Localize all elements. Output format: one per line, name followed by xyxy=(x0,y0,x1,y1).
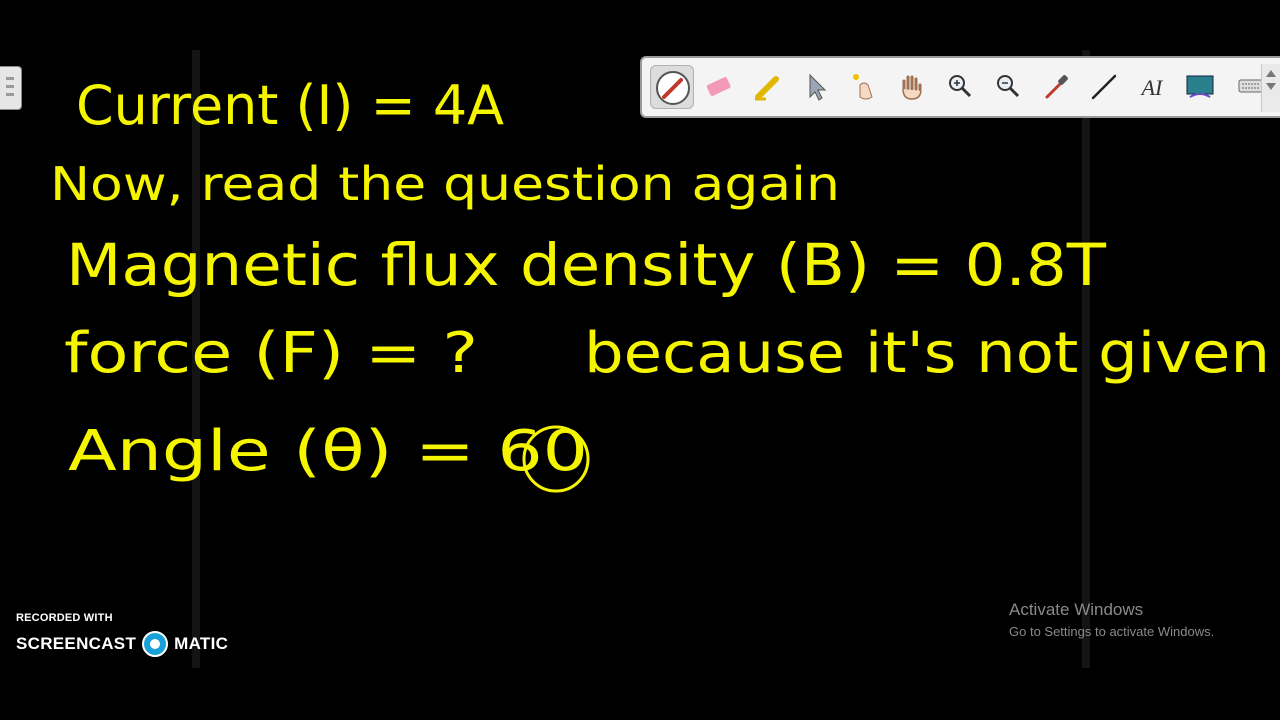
text-icon: AI xyxy=(1140,75,1164,100)
line-force: force (F) = ? xyxy=(64,321,478,386)
zoom-in-icon xyxy=(949,75,972,98)
screen-capture-icon xyxy=(1186,75,1214,98)
eyedropper-icon xyxy=(1045,75,1068,99)
activate-subtitle: Go to Settings to activate Windows. xyxy=(1009,624,1215,639)
screencast-watermark: RECORDED WITH SCREENCAST MATIC xyxy=(16,612,228,658)
grip-line xyxy=(6,77,14,80)
line-magnetic-flux: Magnetic flux density (B) = 0.8T xyxy=(66,231,1107,299)
eraser-icon xyxy=(706,77,731,96)
line-icon xyxy=(1091,74,1117,100)
line-angle: Angle (θ) = 60 xyxy=(68,419,588,484)
activate-title: Activate Windows xyxy=(1009,600,1144,619)
eraser-tool-button[interactable] xyxy=(698,65,742,109)
zoom-out-tool-button[interactable] xyxy=(986,65,1030,109)
laser-pointer-icon xyxy=(853,74,873,100)
pan-tool-button[interactable] xyxy=(890,65,934,109)
line-current: Current (I) = 4A xyxy=(76,74,504,137)
side-panel-tab[interactable] xyxy=(0,66,22,110)
watermark-right-word: MATIC xyxy=(174,634,229,653)
laser-pointer-tool-button[interactable] xyxy=(842,65,886,109)
pointer-tool-button[interactable] xyxy=(794,65,838,109)
scroll-down-icon[interactable] xyxy=(1266,83,1276,90)
watermark-recorded-with: RECORDED WITH xyxy=(16,612,113,624)
line-because-not-given: because it's not given xyxy=(584,321,1270,386)
pan-hand-icon xyxy=(902,75,922,100)
zoom-out-icon xyxy=(997,75,1020,98)
eyedropper-tool-button[interactable] xyxy=(1034,65,1078,109)
scroll-up-icon[interactable] xyxy=(1266,70,1276,77)
grip-line xyxy=(6,93,14,96)
highlighter-icon xyxy=(755,76,779,101)
pointer-icon xyxy=(809,73,827,101)
watermark-left-word: SCREENCAST xyxy=(16,634,137,653)
line-read-again: Now, read the question again xyxy=(50,157,840,211)
line-tool-button[interactable] xyxy=(1082,65,1126,109)
screen-capture-tool-button[interactable] xyxy=(1178,65,1222,109)
text-tool-button[interactable]: AI xyxy=(1130,65,1174,109)
zoom-in-tool-button[interactable] xyxy=(938,65,982,109)
svg-text:AI: AI xyxy=(1140,75,1164,100)
pen-tool-button[interactable] xyxy=(650,65,694,109)
toolbar-scroll[interactable] xyxy=(1261,64,1280,112)
annotation-toolbar: AI xyxy=(640,56,1280,118)
grip-line xyxy=(6,85,14,88)
highlighter-tool-button[interactable] xyxy=(746,65,790,109)
pen-icon xyxy=(656,71,690,105)
activate-windows-notice: Activate Windows Go to Settings to activ… xyxy=(1009,600,1214,639)
screencast-logo-icon xyxy=(142,631,169,657)
